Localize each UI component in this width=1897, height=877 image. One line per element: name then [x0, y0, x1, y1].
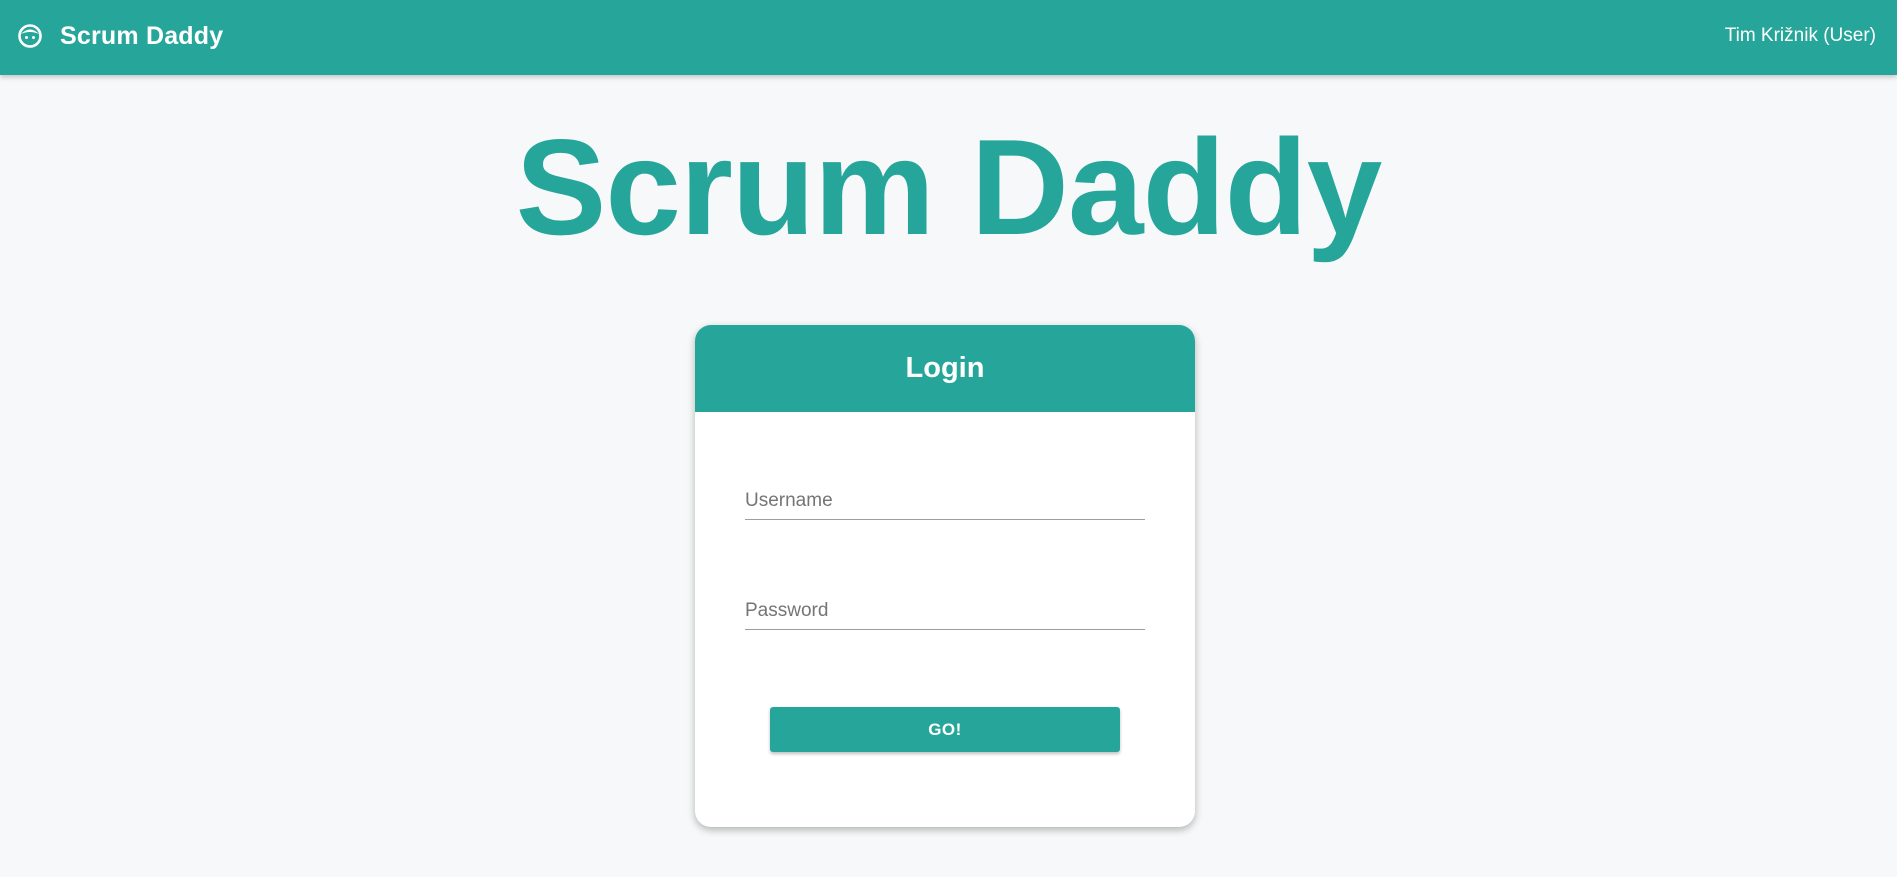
password-input[interactable] — [745, 598, 1145, 630]
brand-title: Scrum Daddy — [60, 21, 224, 50]
login-card-header: Login — [695, 325, 1195, 412]
username-field — [745, 488, 1145, 520]
face-icon — [16, 22, 44, 50]
login-card-title: Login — [905, 352, 985, 384]
password-field — [745, 598, 1145, 630]
username-input[interactable] — [745, 488, 1145, 520]
top-app-bar: Scrum Daddy Tim Križnik (User) — [0, 0, 1897, 75]
go-button[interactable]: GO! — [770, 707, 1120, 752]
login-card: Login GO! — [695, 325, 1195, 827]
brand[interactable]: Scrum Daddy — [16, 0, 223, 72]
user-menu[interactable]: Tim Križnik (User) — [1725, 0, 1876, 72]
page-title: Scrum Daddy — [515, 111, 1383, 263]
